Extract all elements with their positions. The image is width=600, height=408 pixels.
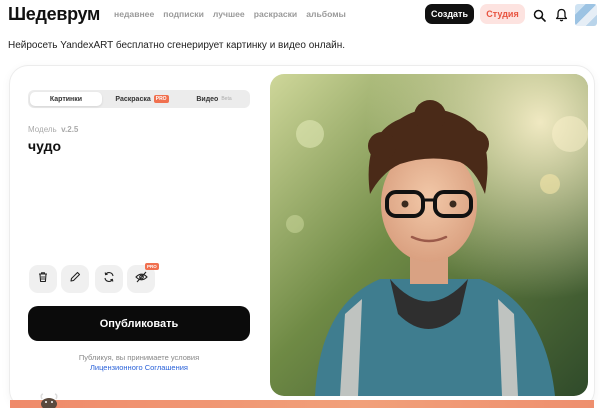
tab-video-label: Видео <box>196 95 219 103</box>
refresh-icon <box>103 270 115 288</box>
tab-images[interactable]: Картинки <box>30 92 102 106</box>
pro-badge: PRO <box>153 95 169 103</box>
terms-notice: Публикуя, вы принимаете условия Лицензио… <box>28 353 250 373</box>
tab-images-label: Картинки <box>49 95 83 103</box>
delete-button[interactable] <box>29 265 57 293</box>
studio-button[interactable]: Студия <box>480 4 525 24</box>
generated-image[interactable] <box>270 74 588 396</box>
tab-video[interactable]: Видео Beta <box>180 92 248 106</box>
edit-button[interactable] <box>61 265 89 293</box>
search-icon[interactable] <box>531 7 547 23</box>
nav-item-coloring[interactable]: раскраски <box>254 9 298 19</box>
model-version: v.2.5 <box>61 125 79 134</box>
terms-text: Публикуя, вы принимаете условия <box>78 353 200 362</box>
page-subtitle: Нейросеть YandexART бесплатно сгенерируе… <box>8 40 346 51</box>
main-nav: недавнее подписки лучшее раскраски альбо… <box>114 9 346 19</box>
publish-button[interactable]: Опубликовать <box>28 306 250 341</box>
license-agreement-link[interactable]: Лицензионного Соглашения <box>28 363 250 373</box>
top-bar: Шедеврум недавнее подписки лучшее раскра… <box>0 0 600 30</box>
avatar[interactable] <box>575 4 597 26</box>
tab-coloring[interactable]: Раскраска PRO <box>106 92 178 106</box>
app-logo[interactable]: Шедеврум <box>8 4 100 25</box>
nav-item-best[interactable]: лучшее <box>213 9 245 19</box>
nav-item-albums[interactable]: альбомы <box>306 9 346 19</box>
create-button[interactable]: Создать <box>425 4 474 24</box>
regenerate-button[interactable] <box>95 265 123 293</box>
bison-mascot-icon <box>38 392 60 408</box>
eye-off-icon <box>134 270 148 288</box>
pencil-icon <box>69 270 81 288</box>
trash-icon <box>37 270 49 288</box>
prompt-text[interactable]: чудо <box>28 138 61 154</box>
nav-item-recent[interactable]: недавнее <box>114 9 154 19</box>
model-selector[interactable]: Модель v.2.5 <box>28 125 78 134</box>
mode-tabs: Картинки Раскраска PRO Видео Beta <box>28 90 250 108</box>
nav-item-subscriptions[interactable]: подписки <box>163 9 204 19</box>
bottom-banner-strip <box>10 400 594 408</box>
tab-coloring-label: Раскраска <box>115 95 151 103</box>
model-label: Модель <box>28 125 57 134</box>
beta-badge: Beta <box>221 96 232 102</box>
bell-icon[interactable] <box>553 7 569 23</box>
tool-pro-badge: PRO <box>145 263 159 270</box>
